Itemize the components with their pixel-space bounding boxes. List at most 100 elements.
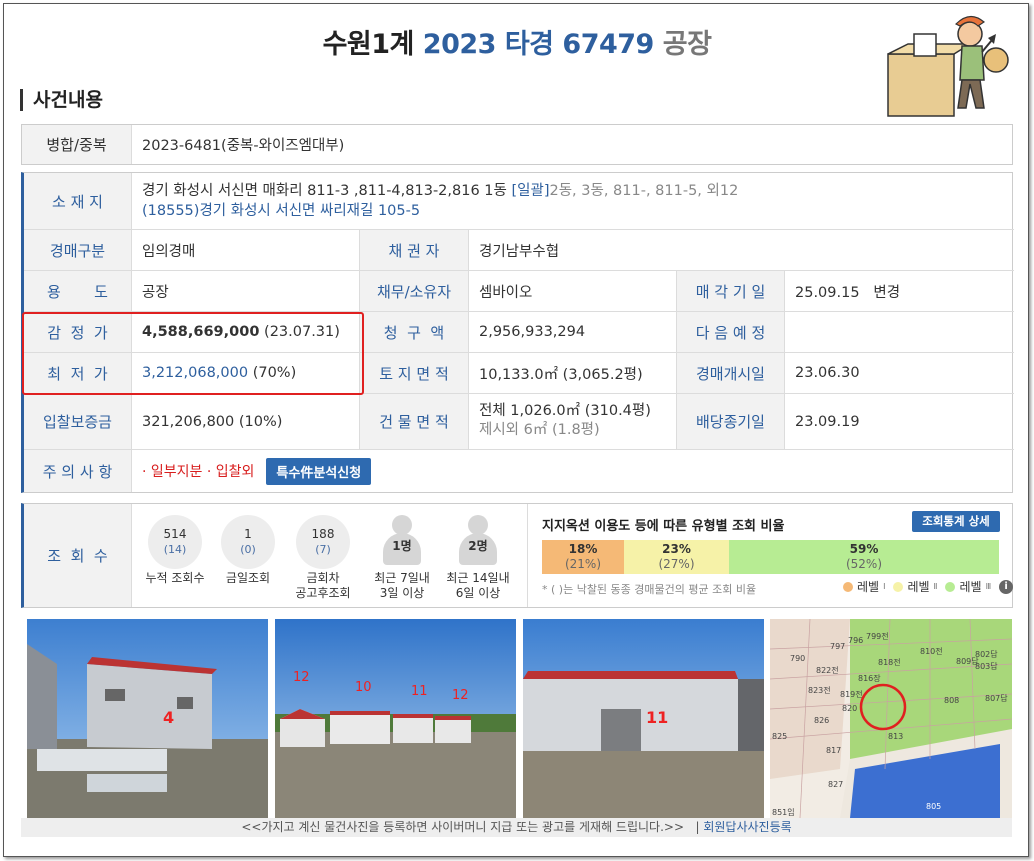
property-photo-3[interactable]: 11 <box>523 619 764 818</box>
ratio-legend: 레벨 Ⅰ 레벨 Ⅱ 레벨 Ⅲ i <box>843 578 1014 595</box>
svg-text:825: 825 <box>772 732 787 741</box>
road-address: (18555)경기 화성시 서신면 싸리재길 105-5 <box>142 203 421 219</box>
svg-text:817: 817 <box>826 746 841 755</box>
price-highlight-box <box>22 312 364 395</box>
svg-text:827: 827 <box>828 780 843 789</box>
banner-divider: | <box>695 820 700 834</box>
stat-caption: 최근 7일내 <box>374 571 430 585</box>
notes-warning: · 일부지분 · 입찰외 <box>142 464 255 480</box>
property-photo-1[interactable]: 4 <box>27 619 268 818</box>
special-analysis-button[interactable]: 특수件분석신청 <box>266 457 372 485</box>
bundle-link[interactable]: [일괄] <box>511 183 549 199</box>
stat-caption: 금회차 <box>306 571 340 585</box>
property-map[interactable]: 799전 796 797 790 822전 818전 810전 809답 802… <box>770 619 1012 818</box>
ratio-segment-level3: 59% (52%) <box>729 540 999 574</box>
sale-date-label: 매 각 기 일 <box>677 271 784 311</box>
stat-circle: 1 (0) <box>221 515 275 569</box>
person-icon: 2명 <box>455 515 501 569</box>
stat-caption: 누적 조회수 <box>145 571 205 585</box>
stat-caption: 최근 14일내 <box>446 571 510 585</box>
segment-avg: (27%) <box>658 557 695 571</box>
segment-pct: 59% <box>849 542 879 556</box>
svg-text:822전: 822전 <box>816 665 839 675</box>
auction-start-label: 경매개시일 <box>677 353 784 393</box>
legend-dot <box>843 581 853 592</box>
stat-14day-users: 2명 최근 14일내 6일 이상 <box>440 515 516 601</box>
stat-7day-users: 1명 최근 7일내 3일 이상 <box>366 515 438 601</box>
property-photo-2[interactable]: 12 10 11 12 <box>275 619 516 818</box>
svg-text:802답: 802답 <box>975 649 998 659</box>
auction-mascot-illustration <box>887 15 1009 117</box>
auction-type-value: 임의경매 <box>142 243 196 260</box>
merge-label: 병합/중복 <box>22 125 131 164</box>
segment-avg: (21%) <box>564 557 602 571</box>
property-type: 공장 <box>662 29 712 60</box>
building-area-label: 건 물 면 적 <box>360 394 468 449</box>
info-icon[interactable]: i <box>999 579 1014 594</box>
segment-pct: 23% <box>662 542 691 556</box>
bundle-items: 2동, 3동, 811-, 811-5, 외12 <box>549 183 739 199</box>
building-area-value: 전체 1,026.0㎡ (310.4평) 제시외 6㎡ (1.8평) <box>479 402 676 440</box>
svg-text:808: 808 <box>944 696 959 705</box>
legend-dot <box>893 581 904 592</box>
banner-text: <<가지고 계신 물건사진을 등록하면 사이버머니 지급 또는 광고를 게재해 … <box>241 820 685 834</box>
stat-circle: 188 (7) <box>296 515 350 569</box>
svg-text:819전: 819전 <box>840 689 863 699</box>
stat-round-views: 188 (7) 금회차 공고후조회 <box>287 515 359 601</box>
views-label: 조 회 수 <box>24 504 131 607</box>
auction-type-label: 경매구분 <box>24 230 131 270</box>
svg-text:816장: 816장 <box>858 673 881 683</box>
claim-label: 청 구 액 <box>360 312 468 352</box>
location-value: 경기 화성시 서신면 매화리 811-3 ,811-4,813-2,816 1동… <box>142 181 1002 221</box>
member-photo-register-link[interactable]: 회원답사사진등록 <box>703 820 791 834</box>
auction-start-value: 23.06.30 <box>795 365 860 381</box>
creditor-label: 채 권 자 <box>360 230 468 270</box>
svg-text:790: 790 <box>790 654 805 663</box>
next-schedule-value <box>785 312 1010 352</box>
svg-text:805: 805 <box>926 802 941 811</box>
svg-text:799전: 799전 <box>866 631 889 641</box>
dividend-end-value: 23.09.19 <box>795 413 860 430</box>
view-stats-detail-button[interactable]: 조회통계 상세 <box>912 511 1000 532</box>
person-icon: 1명 <box>379 515 425 569</box>
stat-circle: 514 (14) <box>148 515 202 569</box>
claim-value: 2,956,933,294 <box>479 324 586 340</box>
merge-value: 2023-6481(중복-와이즈엠대부) <box>142 138 345 154</box>
section-heading: 사건내용 <box>20 89 103 111</box>
debtor-value: 셈바이오 <box>479 284 533 301</box>
stat-caption: 6일 이상 <box>455 586 501 600</box>
merge-table: 병합/중복 2023-6481(중복-와이즈엠대부) <box>21 124 1013 165</box>
svg-text:813: 813 <box>888 732 903 741</box>
sale-date-value: 25.09.15 변경 <box>795 284 901 301</box>
land-area-label: 토 지 면 적 <box>360 353 468 393</box>
case-number: 2023 타경 67479 <box>422 29 655 60</box>
svg-text:818전: 818전 <box>878 657 901 667</box>
legend-level3: 레벨 Ⅲ <box>945 578 991 595</box>
svg-text:810전: 810전 <box>920 646 943 656</box>
svg-text:826: 826 <box>814 716 829 725</box>
court-name: 수원1계 <box>322 29 415 60</box>
photo-label: 12 <box>293 670 310 685</box>
ratio-segment-level1: 18% (21%) <box>542 540 624 574</box>
location-label: 소 재 지 <box>24 173 131 229</box>
next-schedule-label: 다 음 예 정 <box>677 312 784 352</box>
legend-level2: 레벨 Ⅱ <box>893 578 937 595</box>
ratio-note: * ( )는 낙찰된 동종 경매물건의 평균 조회 비율 <box>542 583 757 596</box>
usage-label: 용 도 <box>24 271 131 311</box>
segment-avg: (52%) <box>845 557 883 571</box>
debtor-label: 채무/소유자 <box>360 271 468 311</box>
stat-today-views: 1 (0) 금일조회 <box>213 515 283 586</box>
ratio-title: 지지옥션 이용도 등에 따른 유형별 조회 비율 <box>542 519 785 534</box>
photo-label: 12 <box>452 688 469 703</box>
stat-total-views: 514 (14) 누적 조회수 <box>140 515 210 586</box>
notes-label: 주 의 사 항 <box>24 450 131 492</box>
photo-label: 11 <box>646 708 668 727</box>
photo-label: 4 <box>163 708 174 727</box>
svg-text:807답: 807답 <box>985 693 1008 703</box>
photo-label: 11 <box>411 684 428 699</box>
location-address: 경기 화성시 서신면 매화리 811-3 ,811-4,813-2,816 1동 <box>142 183 507 199</box>
building-area-total: 전체 1,026.0㎡ (310.4평) <box>479 403 651 419</box>
svg-text:797: 797 <box>830 642 845 651</box>
legend-level1: 레벨 Ⅰ <box>843 578 885 595</box>
svg-text:851임: 851임 <box>772 808 795 817</box>
